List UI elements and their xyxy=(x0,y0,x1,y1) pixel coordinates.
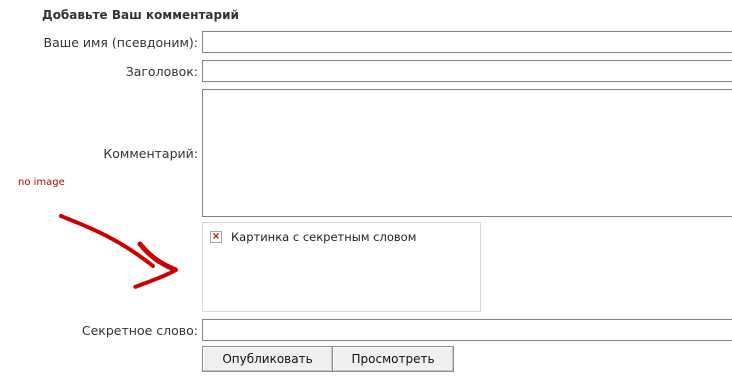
publish-button[interactable]: Опубликовать xyxy=(202,346,333,372)
name-input[interactable] xyxy=(202,31,732,53)
captcha-image: × Картинка с секретным словом xyxy=(202,222,481,312)
arrow-head-upper xyxy=(137,241,179,273)
secret-word-input[interactable] xyxy=(202,319,732,341)
secret-word-label: Секретное слово: xyxy=(81,323,198,338)
subject-input[interactable] xyxy=(202,60,732,82)
broken-image-icon: × xyxy=(210,231,222,243)
subject-label: Заголовок: xyxy=(125,64,198,79)
arrow-shaft xyxy=(59,214,155,268)
captcha-alt-text: Картинка с секретным словом xyxy=(231,230,417,244)
no-image-note: no image xyxy=(18,177,65,188)
preview-button[interactable]: Просмотреть xyxy=(332,346,454,372)
arrow-head-lower xyxy=(133,268,178,289)
red-arrow-annotation xyxy=(59,214,179,289)
comment-label: Комментарий: xyxy=(103,146,198,161)
form-title: Добавьте Ваш комментарий xyxy=(42,8,239,22)
name-label: Ваше имя (псевдоним): xyxy=(43,35,198,50)
comment-textarea[interactable] xyxy=(202,89,732,217)
